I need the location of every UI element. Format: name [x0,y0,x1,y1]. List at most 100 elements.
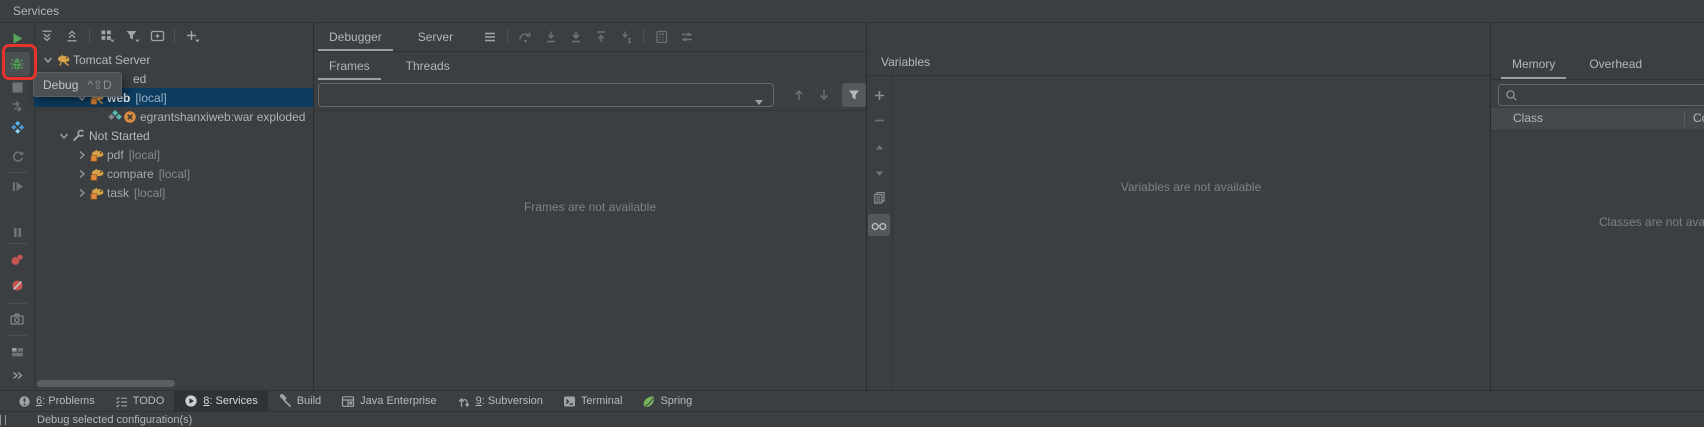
wrench-icon [72,129,89,143]
toolbar-separator [7,172,27,173]
run-icon [11,32,24,45]
debugger-tab-bar: Debugger Server [314,22,866,52]
toolwindow-label: TODO [133,395,165,407]
chevron-down-icon[interactable] [40,54,56,66]
open-in-new-frame-button[interactable] [146,26,168,46]
toolwindow-services[interactable]: 8: Services [174,391,267,412]
thread-snapshot-button[interactable] [4,307,30,331]
services-tool-window: Services [0,0,1704,427]
tomcat-icon [56,53,73,67]
filter-button[interactable] [121,26,143,46]
tab-label: Frames [329,59,370,73]
toolwindow-build[interactable]: Build [268,391,331,412]
step-into-button[interactable] [539,26,562,48]
hide-frames-filter-button[interactable] [842,83,866,107]
remove-watch-button[interactable] [868,109,890,131]
tab-frames[interactable]: Frames [318,52,381,80]
variables-empty-text: Variables are not available [892,180,1490,194]
toolwindow-terminal[interactable]: Terminal [553,391,633,412]
clipped-glyph [0,415,6,425]
tree-row-pdf[interactable]: pdf [local] [34,145,313,164]
toolwindow-label: Spring [660,395,692,407]
column-header-class[interactable]: Class [1513,111,1543,125]
tree-row-task[interactable]: task [local] [34,183,313,202]
class-search-field[interactable] [1498,84,1704,106]
expand-all-button[interactable] [36,26,58,46]
status-message: Debug selected configuration(s) [37,414,192,426]
toolwindow-problems[interactable]: 6: Problems [8,391,105,412]
chevron-down-icon [755,93,764,111]
tree-row-tomcat-server[interactable]: Tomcat Server [34,50,313,69]
run-to-cursor-button[interactable] [614,26,637,48]
evaluate-expression-button[interactable] [650,26,673,48]
services-icon [184,394,198,408]
collapse-all-button[interactable] [61,26,83,46]
memory-empty-text: Classes are not available [1599,215,1704,229]
spring-leaf-icon [642,395,655,408]
deploy-icon [11,100,24,113]
tab-memory[interactable]: Memory [1501,48,1566,79]
tree-row-not-started[interactable]: Not Started [34,126,313,145]
resume-button[interactable] [4,174,30,198]
red-highlight-annotation [2,44,37,80]
chevron-down-icon[interactable] [56,130,72,142]
step-out-button[interactable] [589,26,612,48]
toolwindow-subversion[interactable]: 9: Subversion [447,391,553,412]
force-step-into-button[interactable] [564,26,587,48]
tab-server[interactable]: Server [407,22,464,51]
menu-button[interactable] [478,26,501,48]
variables-panel: Variables Variables are not available [866,22,1490,390]
chevron-right-icon[interactable] [74,187,90,199]
layout-options-button[interactable] [675,26,698,48]
tree-row-artifact[interactable]: egrantshanxiweb:war exploded [34,107,313,126]
toolwindow-todo[interactable]: TODO [105,391,175,412]
todo-icon [115,395,128,408]
frame-up-button[interactable] [787,83,811,107]
toolbar-separator [643,29,644,44]
more-button[interactable] [4,363,30,387]
tab-debugger[interactable]: Debugger [318,22,393,51]
move-up-button[interactable] [868,136,890,158]
toolwindow-label: Terminal [581,395,623,407]
tab-label: Threads [406,59,450,73]
add-watch-button[interactable] [868,84,890,106]
toolwindow-spring[interactable]: Spring [632,391,702,412]
frame-down-button[interactable] [812,83,836,107]
frames-tab-bar: Frames Threads [314,52,866,80]
column-divider[interactable] [1684,111,1685,127]
group-by-button[interactable] [96,26,118,46]
layout-settings-icon [11,345,24,358]
update-application-button[interactable] [4,115,30,139]
step-over-button[interactable] [514,26,537,48]
view-breakpoints-button[interactable] [4,248,30,272]
status-bar: Debug selected configuration(s) [0,411,1704,427]
duplicate-watch-button[interactable] [868,186,890,208]
column-header-count[interactable]: Count [1693,111,1704,125]
pause-button[interactable] [4,220,30,244]
move-down-button[interactable] [868,162,890,184]
mute-breakpoints-button[interactable] [4,273,30,297]
layout-settings-button[interactable] [4,339,30,363]
tree-row-label: Tomcat Server [73,53,150,67]
chevron-right-icon[interactable] [74,149,90,161]
tree-row-compare[interactable]: compare [local] [34,164,313,183]
memory-panel: Memory Overhead Class Count Classes are … [1490,22,1704,390]
tab-threads[interactable]: Threads [395,52,461,80]
toolwindow-java-enterprise[interactable]: Java Enterprise [331,391,446,412]
watches-toolbar [867,75,893,390]
variables-title: Variables [881,55,930,69]
terminal-icon [563,395,576,408]
search-input[interactable] [1522,87,1704,103]
horizontal-scrollbar[interactable] [37,380,175,387]
pause-icon [11,226,24,239]
java-enterprise-icon [341,395,355,408]
rerun-button[interactable] [4,144,30,168]
tab-overhead[interactable]: Overhead [1578,48,1653,79]
show-watches-button[interactable] [868,214,890,236]
frames-empty-text: Frames are not available [314,200,866,214]
toolbar-separator [89,29,90,44]
chevron-right-icon[interactable] [74,168,90,180]
error-status-icon [123,110,140,124]
add-service-button[interactable] [181,26,203,46]
thread-combobox[interactable] [318,83,774,107]
